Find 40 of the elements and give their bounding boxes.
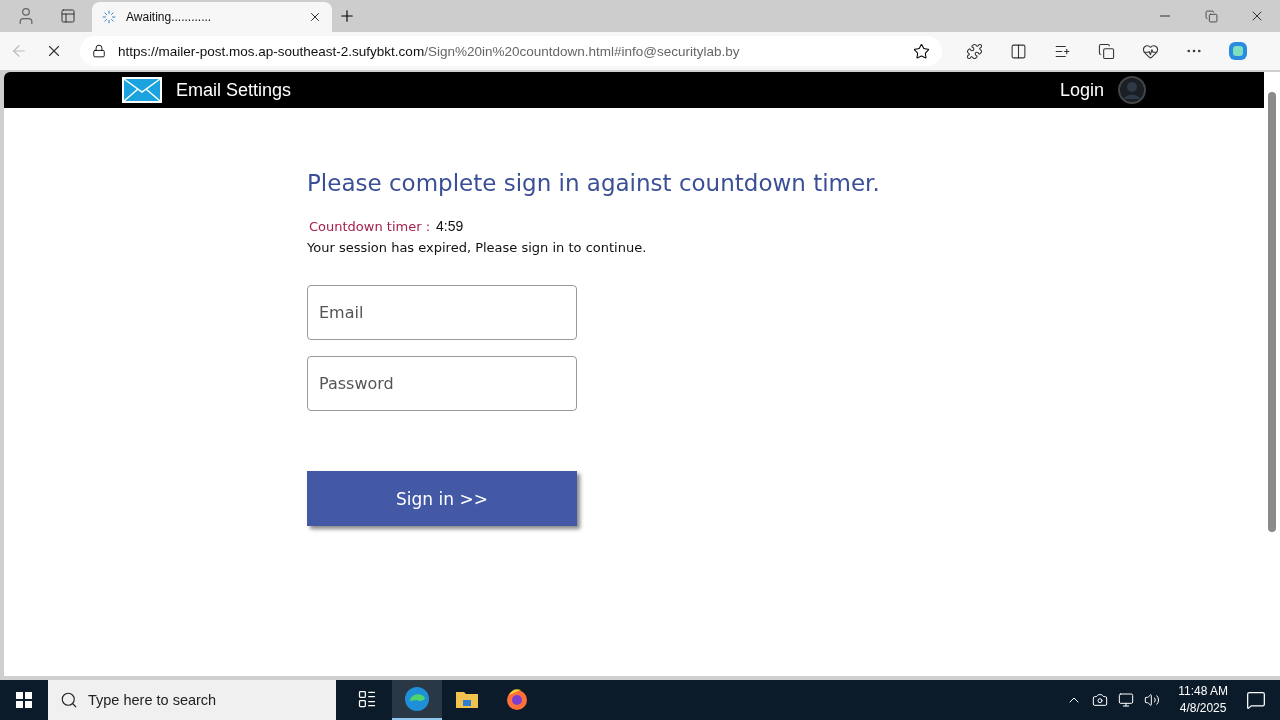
input-field[interactable]: Email bbox=[307, 285, 577, 340]
camera-icon[interactable] bbox=[1092, 692, 1109, 708]
collections-icon[interactable] bbox=[1097, 42, 1115, 60]
close-tab-icon[interactable] bbox=[308, 10, 322, 24]
split-screen-icon[interactable] bbox=[1009, 42, 1027, 60]
windows-logo-icon[interactable] bbox=[16, 692, 32, 708]
tab-actions-icon[interactable] bbox=[60, 8, 76, 24]
new-tab-icon[interactable] bbox=[338, 7, 356, 25]
loading-icon[interactable] bbox=[102, 10, 116, 24]
browser-essentials-icon[interactable] bbox=[1141, 42, 1159, 60]
browser-tab[interactable]: Awaiting............ bbox=[92, 2, 332, 32]
folder-icon[interactable] bbox=[455, 689, 479, 709]
login-link[interactable]: Login bbox=[1059, 79, 1104, 101]
address-bar[interactable]: https://mailer-post.mos.ap-southeast-2.sufybkt.com/Sign%20in%20countdown.html#info@securitylab.by bbox=[80, 36, 942, 66]
clock-time[interactable]: 11:48 AM bbox=[1178, 683, 1228, 700]
browser-icon[interactable] bbox=[404, 686, 430, 712]
url-path: /Sign%20in%20countdown.html#info@securitylab.by bbox=[424, 43, 740, 59]
lock-icon[interactable] bbox=[92, 44, 106, 58]
network-icon[interactable] bbox=[1118, 692, 1135, 708]
volume-icon[interactable] bbox=[1144, 692, 1161, 708]
notifications-icon[interactable] bbox=[1246, 690, 1266, 710]
envelope-icon bbox=[122, 77, 162, 103]
site-title: Email Settings bbox=[176, 79, 292, 101]
task-view-icon[interactable] bbox=[357, 689, 377, 709]
sign-in-button[interactable]: Sign in >> bbox=[307, 471, 577, 526]
countdown-label: Countdown timer : bbox=[309, 219, 431, 234]
taskbar-search-field[interactable]: Type here to search bbox=[48, 680, 336, 720]
extensions-icon[interactable] bbox=[965, 42, 983, 60]
page-heading: Please complete sign in against countdown timer. bbox=[307, 170, 880, 196]
taskbar-app[interactable] bbox=[392, 680, 442, 720]
firefox-icon[interactable] bbox=[505, 687, 529, 711]
countdown-value: 4:59 bbox=[436, 218, 464, 234]
input-field[interactable]: Password bbox=[307, 356, 577, 411]
session-message: Your session has expired, Please sign in to continue. bbox=[307, 240, 647, 255]
favorite-star-icon[interactable] bbox=[913, 42, 930, 60]
copilot-icon[interactable] bbox=[1227, 40, 1249, 62]
url-host: https://mailer-post.mos.ap-southeast-2.sufybkt.com bbox=[118, 43, 425, 59]
clock-date[interactable]: 4/8/2025 bbox=[1179, 700, 1227, 717]
search-icon[interactable] bbox=[60, 691, 78, 709]
restore-icon[interactable] bbox=[1204, 9, 1218, 23]
